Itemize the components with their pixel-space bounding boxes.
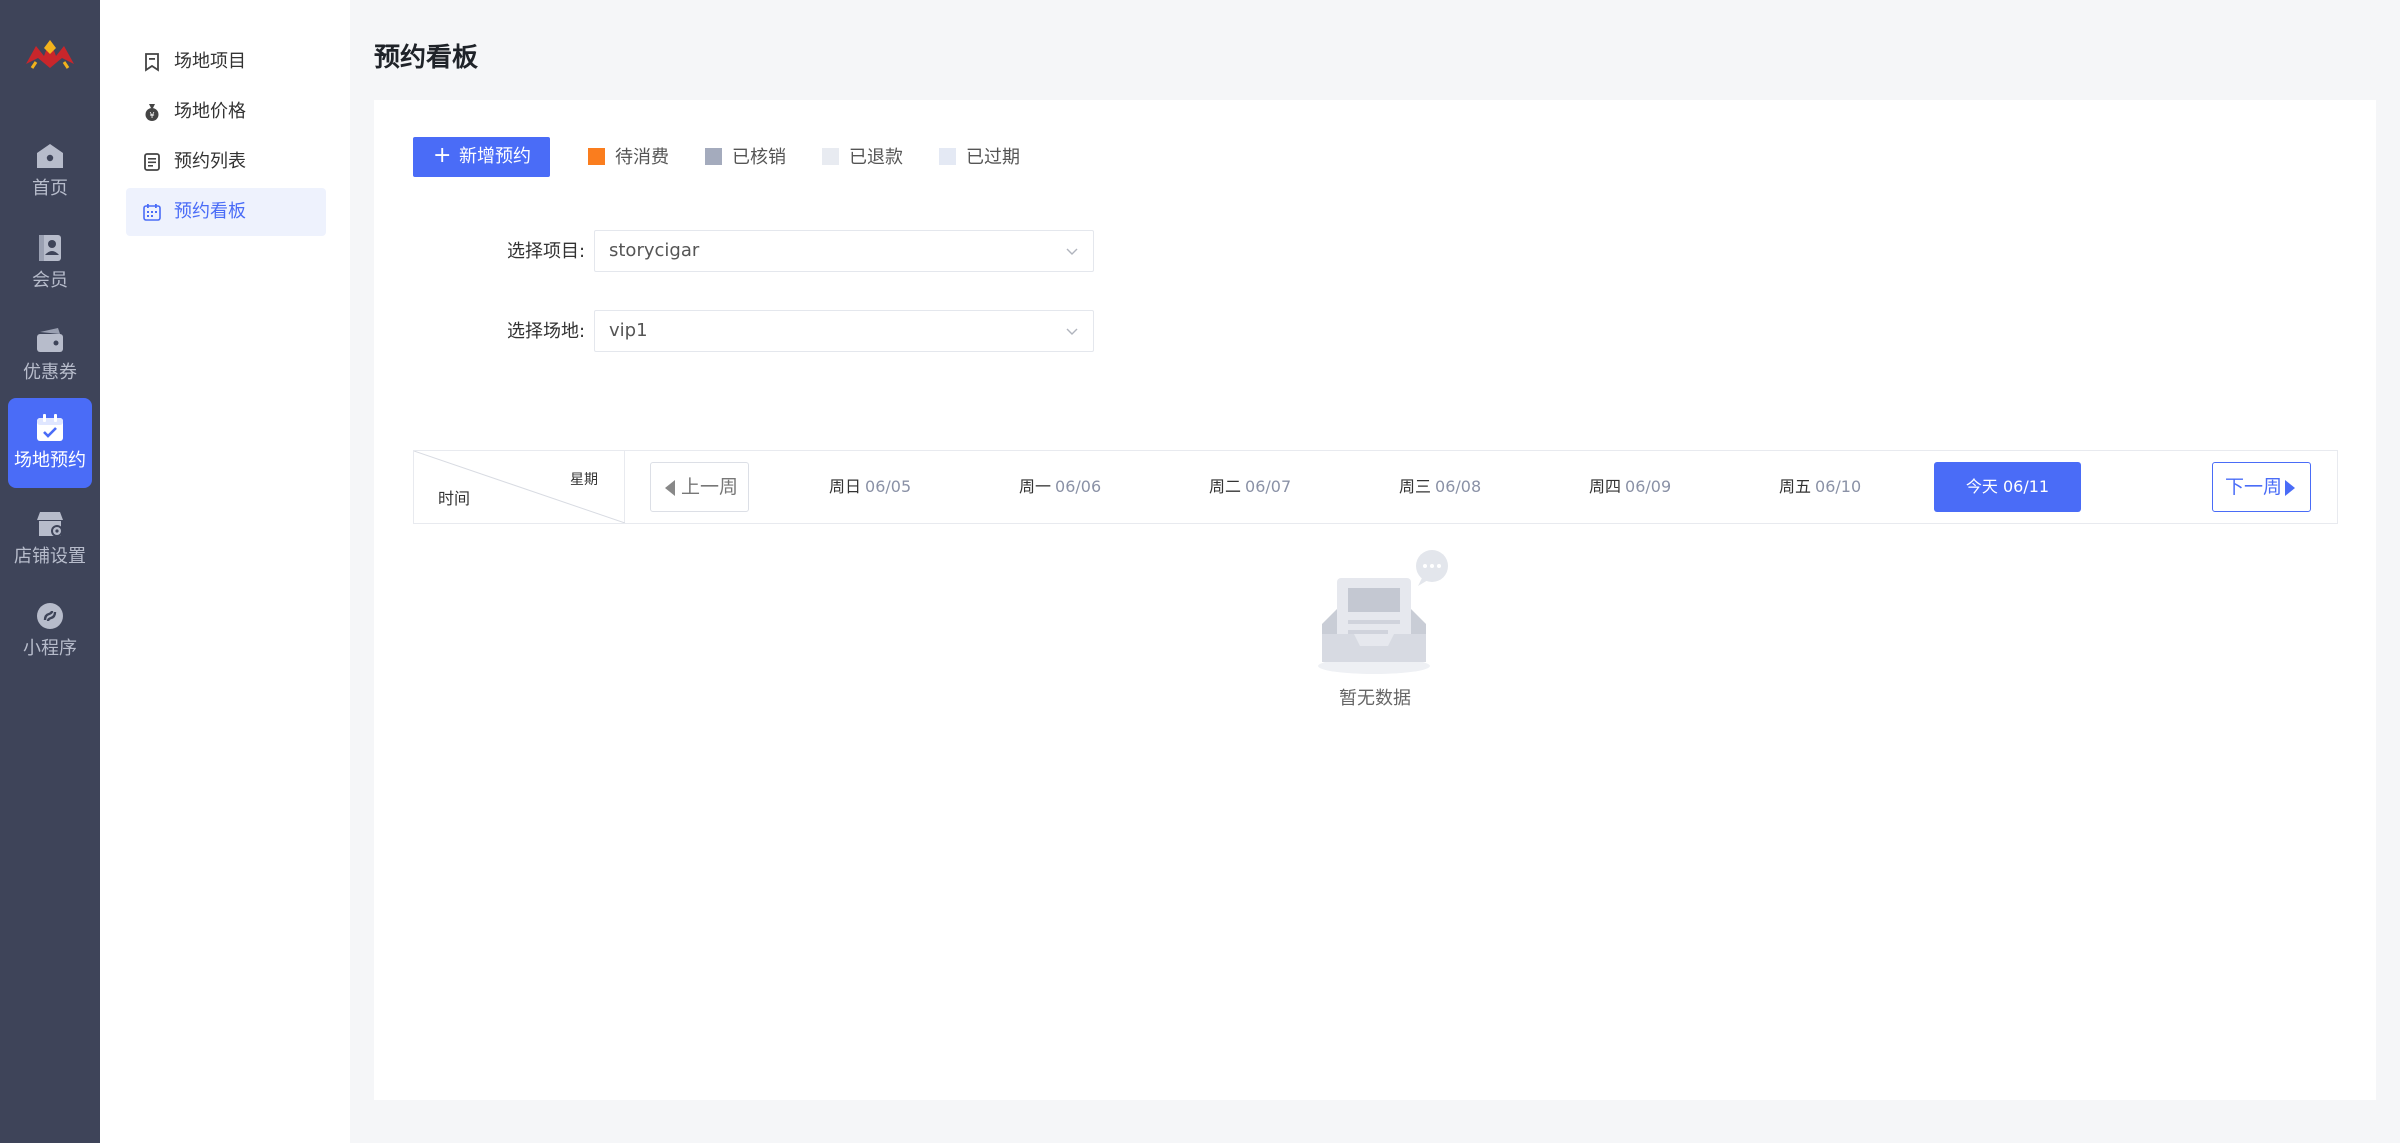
day-column-header: 周二 06/07: [1209, 475, 1291, 499]
submenu-item-label: 场地项目: [174, 51, 246, 72]
coupon-icon: [37, 328, 63, 352]
calendar-check-icon: [37, 414, 63, 441]
day-column-header: 周日 06/05: [829, 475, 911, 499]
rail-item-store-settings[interactable]: 店铺设置: [8, 494, 92, 584]
empty-state-text: 暂无数据: [1339, 688, 1411, 709]
today-label: 今天 06/11: [1965, 477, 2050, 496]
chevron-down-icon: [1066, 328, 1078, 335]
home-icon: [37, 144, 63, 168]
submenu-item-venue-projects[interactable]: 场地项目: [126, 38, 326, 86]
brand-logo[interactable]: [22, 34, 78, 74]
bookmark-icon: [145, 53, 159, 72]
day-column-header: 周三 06/08: [1399, 475, 1481, 499]
chevron-down-icon: [1066, 248, 1078, 255]
venue-select-value: vip1: [609, 320, 648, 341]
day-column-header: 周五 06/10: [1779, 475, 1861, 499]
today-button[interactable]: 今天 06/11: [1934, 462, 2081, 512]
svg-text:¥: ¥: [149, 111, 154, 120]
time-weekday-corner: 时间 星期: [414, 451, 625, 523]
day-name: 周三: [1399, 477, 1432, 496]
venue-label: 选择场地:: [507, 321, 586, 342]
mini-program-icon: [37, 603, 63, 629]
member-icon: [39, 235, 61, 261]
empty-inbox-icon: [1318, 550, 1448, 674]
legend-label: 已核销: [732, 147, 786, 168]
day-date: 06/07: [1245, 477, 1292, 496]
add-booking-button[interactable]: + 新增预约: [413, 137, 550, 177]
venue-select[interactable]: vip1: [594, 310, 1094, 352]
day-name: 周一: [1019, 477, 1052, 496]
rail-item-member[interactable]: 会员: [8, 218, 92, 308]
page-title: 预约看板: [374, 43, 479, 73]
submenu-item-label: 预约看板: [174, 201, 246, 222]
plus-icon: +: [433, 143, 452, 168]
rail-item-label: 优惠券: [23, 362, 77, 383]
caret-left-icon: [665, 480, 675, 496]
store-settings-icon: [37, 512, 63, 537]
rail-item-label: 场地预约: [14, 450, 86, 471]
rail-item-mini-program[interactable]: 小程序: [8, 586, 92, 676]
project-select-value: storycigar: [609, 240, 700, 261]
day-name: 周二: [1209, 477, 1242, 496]
day-name: 周四: [1589, 477, 1622, 496]
next-week-label: 下一周: [2225, 476, 2283, 498]
rail-item-label: 小程序: [23, 638, 77, 659]
secondary-menu: 场地项目 ¥ 场地价格 预约列表 预约看板: [100, 0, 350, 1143]
submenu-item-label: 预约列表: [174, 151, 246, 172]
next-week-button[interactable]: 下一周: [2212, 462, 2311, 512]
caret-right-icon: [2285, 480, 2295, 496]
rail-item-label: 会员: [32, 270, 68, 291]
day-name: 周日: [829, 477, 862, 496]
legend-swatch: [822, 148, 839, 165]
legend-label: 已过期: [966, 147, 1020, 168]
project-select[interactable]: storycigar: [594, 230, 1094, 272]
legend-swatch: [705, 148, 722, 165]
day-date: 06/05: [865, 477, 912, 496]
money-bag-icon: ¥: [145, 104, 159, 121]
week-header: 时间 星期 上一周 周日 06/05 周一 06/06 周二 06/07 周三 06/0…: [413, 450, 2338, 524]
rail-item-venue-booking[interactable]: 场地预约: [8, 398, 92, 488]
list-icon: [144, 153, 160, 171]
legend-label: 待消费: [615, 147, 669, 168]
day-name: 周五: [1779, 477, 1812, 496]
rail-item-home[interactable]: 首页: [8, 126, 92, 216]
day-column-header: 周一 06/06: [1019, 475, 1101, 499]
legend-swatch: [588, 148, 605, 165]
legend-label: 已退款: [849, 147, 903, 168]
project-label: 选择项目:: [507, 241, 586, 262]
rail-item-label: 店铺设置: [14, 546, 86, 567]
main-rail: 首页 会员 优惠券 场地预约 店铺设置 小程序: [0, 0, 100, 1143]
day-column-header: 周四 06/09: [1589, 475, 1671, 499]
rail-item-label: 首页: [32, 178, 68, 199]
corner-time-label: 时间: [438, 489, 471, 508]
calendar-grid-icon: [143, 204, 161, 221]
day-date: 06/08: [1435, 477, 1482, 496]
corner-weekday-label: 星期: [570, 472, 598, 488]
prev-week-button[interactable]: 上一周: [650, 462, 749, 512]
submenu-item-label: 场地价格: [174, 101, 246, 122]
legend-swatch: [939, 148, 956, 165]
submenu-item-venue-prices[interactable]: ¥ 场地价格: [126, 88, 326, 136]
day-date: 06/09: [1625, 477, 1672, 496]
day-date: 06/06: [1055, 477, 1102, 496]
rail-item-coupon[interactable]: 优惠券: [8, 310, 92, 400]
submenu-item-booking-board[interactable]: 预约看板: [126, 188, 326, 236]
add-booking-label: 新增预约: [459, 146, 531, 167]
prev-week-label: 上一周: [681, 476, 739, 498]
day-date: 06/10: [1815, 477, 1862, 496]
submenu-item-booking-list[interactable]: 预约列表: [126, 138, 326, 186]
